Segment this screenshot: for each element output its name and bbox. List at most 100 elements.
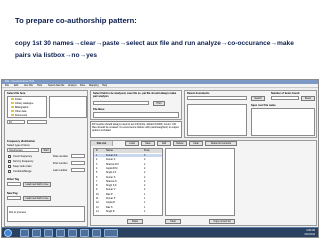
- excel-icon[interactable]: [68, 229, 77, 237]
- folder-icon: [11, 110, 14, 113]
- file-list-box[interactable]: [49, 96, 87, 118]
- row-index: 5: [96, 171, 98, 175]
- table-row[interactable]: 2 Kumar K 2: [94, 158, 162, 161]
- paste-button[interactable]: Paste: [127, 219, 143, 224]
- row-index: 7: [96, 179, 98, 183]
- table-row[interactable]: 8 Singh S K 2: [94, 184, 162, 187]
- menu-files[interactable]: Files: [80, 84, 85, 88]
- table-row[interactable]: 7 Sharma S 2: [94, 180, 162, 183]
- col-header-freq[interactable]: Freq: [144, 149, 149, 152]
- clear-list-button[interactable]: Clear: [189, 141, 203, 146]
- tree-item[interactable]: Library catalogue: [11, 102, 33, 105]
- reset-button[interactable]: Reset: [301, 96, 315, 101]
- clear-button[interactable]: Clear: [165, 219, 181, 224]
- tree-item[interactable]: Other data: [11, 110, 26, 113]
- drive-dropdown[interactable]: [27, 120, 47, 124]
- menu-aux-file[interactable]: Aux File: [24, 84, 33, 88]
- menu-select-data-file[interactable]: Select data file: [48, 84, 64, 88]
- browser-icon[interactable]: [44, 229, 53, 237]
- folder-tree[interactable]: Folder Library catalogue Bibliographic O…: [7, 96, 47, 118]
- last-number-label: Last number: [53, 169, 68, 172]
- file-list-tab[interactable]: File List: [91, 141, 113, 146]
- menu-edit[interactable]: Edit: [14, 84, 18, 88]
- menu-help[interactable]: Help: [37, 84, 42, 88]
- table-row[interactable]: 12 Gupta R 1: [94, 201, 162, 204]
- load-other-field-button[interactable]: Load new field to tree: [23, 182, 51, 187]
- process-box[interactable]: File to process: [7, 206, 85, 222]
- col-header-name[interactable]: Name: [106, 149, 113, 152]
- slide-instructions: copy 1st 30 names→clear→paste→select aux…: [15, 40, 294, 59]
- items-found-input[interactable]: [271, 96, 299, 100]
- co-occurrence-app-icon[interactable]: [104, 229, 118, 237]
- spec-root-list[interactable]: [251, 108, 315, 136]
- other-tag-input[interactable]: [7, 182, 21, 186]
- description-text: FR results should always need to set FR …: [92, 123, 179, 132]
- table-row[interactable]: 3 Sharma R K 2: [94, 163, 162, 166]
- sort-frequency-checkbox[interactable]: [8, 160, 11, 163]
- search-button[interactable]: Search: [251, 96, 265, 101]
- start-button[interactable]: [4, 229, 12, 237]
- load-button[interactable]: Load: [125, 141, 139, 146]
- tree-item[interactable]: Bibliographic: [11, 106, 29, 109]
- table-row[interactable]: 10 Rao P 1: [94, 193, 162, 196]
- pairs-list[interactable]: [165, 148, 235, 216]
- word-icon[interactable]: [56, 229, 65, 237]
- detect-list[interactable]: [187, 104, 247, 136]
- table-row[interactable]: 14 Singh R 1: [94, 210, 162, 213]
- field-input[interactable]: [93, 101, 149, 105]
- spec-root-label: Spec root File name: [251, 104, 276, 107]
- tree-item[interactable]: Documents: [11, 114, 27, 117]
- table-row[interactable]: 11 Kumar P 1: [94, 197, 162, 200]
- row-index: 12: [96, 201, 99, 205]
- menu-mapping[interactable]: Mapping: [89, 84, 99, 88]
- file-base-box[interactable]: [93, 112, 179, 118]
- detect-input[interactable]: [187, 96, 247, 100]
- system-clock[interactable]: 3:08 AM 3/21/2014: [304, 229, 315, 237]
- tree-item[interactable]: Folder: [11, 98, 22, 101]
- add-button[interactable]: Add: [157, 141, 171, 146]
- menu-analyze[interactable]: Analyze: [68, 84, 77, 88]
- row-index: 3: [96, 162, 98, 166]
- table-row[interactable]: 5 Singh A K 2: [94, 171, 162, 174]
- files-number-input[interactable]: [71, 154, 85, 158]
- table-row[interactable]: 13 Das S 1: [94, 206, 162, 209]
- last-number-input[interactable]: [71, 168, 85, 172]
- row-name: Sharma S: [106, 179, 117, 183]
- media-player-icon[interactable]: [32, 229, 41, 237]
- row-index: 2: [96, 158, 98, 162]
- keep-rank-checkbox[interactable]: [8, 165, 11, 168]
- first-number-input[interactable]: [71, 161, 85, 165]
- row-freq: 2: [144, 162, 146, 166]
- menu-help-2[interactable]: Help: [102, 84, 107, 88]
- row-freq: 1: [144, 209, 146, 213]
- drive-select[interactable]: D:\: [7, 120, 25, 124]
- type-select[interactable]: Occurrences: [7, 148, 39, 152]
- app-icon[interactable]: [92, 229, 101, 237]
- table-row[interactable]: 4 Gupta B M 2: [94, 167, 162, 170]
- print-button[interactable]: Print: [153, 101, 165, 106]
- first-number-label: First number: [53, 162, 68, 165]
- delete-button[interactable]: Delete: [173, 141, 187, 146]
- new-tag-input[interactable]: [7, 196, 21, 200]
- slide-title: To prepare co-authorship pattern:: [15, 16, 137, 25]
- save-button[interactable]: Save: [141, 141, 155, 146]
- col-header-index[interactable]: #: [96, 149, 97, 152]
- table-row[interactable]: 9 Kumar V 2: [94, 188, 162, 191]
- delete-contents-button[interactable]: Delete list contents: [205, 141, 237, 146]
- combine-checkbox[interactable]: [8, 170, 11, 173]
- powerpoint-icon[interactable]: [80, 229, 89, 237]
- copy-list-button[interactable]: Copy current list: [209, 219, 235, 224]
- count-frequency-checkbox[interactable]: [8, 155, 11, 158]
- load-new-field-button[interactable]: Load new field to tree: [23, 196, 51, 201]
- keep-rank-label: Keep rank order: [13, 165, 32, 168]
- explorer-icon[interactable]: [20, 229, 29, 237]
- table-row[interactable]: 6 Kumar S 2: [94, 176, 162, 179]
- row-index: 9: [96, 188, 98, 192]
- combine-label: Combine/Merge: [13, 170, 32, 173]
- row-name: Kumar K: [106, 158, 116, 162]
- list-panel: File List Load Save Add Delete Clear Del…: [90, 140, 317, 226]
- table-row[interactable]: 1 Kumar A K 3: [94, 154, 162, 157]
- name-list[interactable]: # Name Freq 1 Kumar A K 3 2 Kumar K 2 3 Sharma …: [93, 148, 163, 216]
- start-button[interactable]: Start: [41, 148, 51, 153]
- menu-file[interactable]: File: [5, 84, 9, 88]
